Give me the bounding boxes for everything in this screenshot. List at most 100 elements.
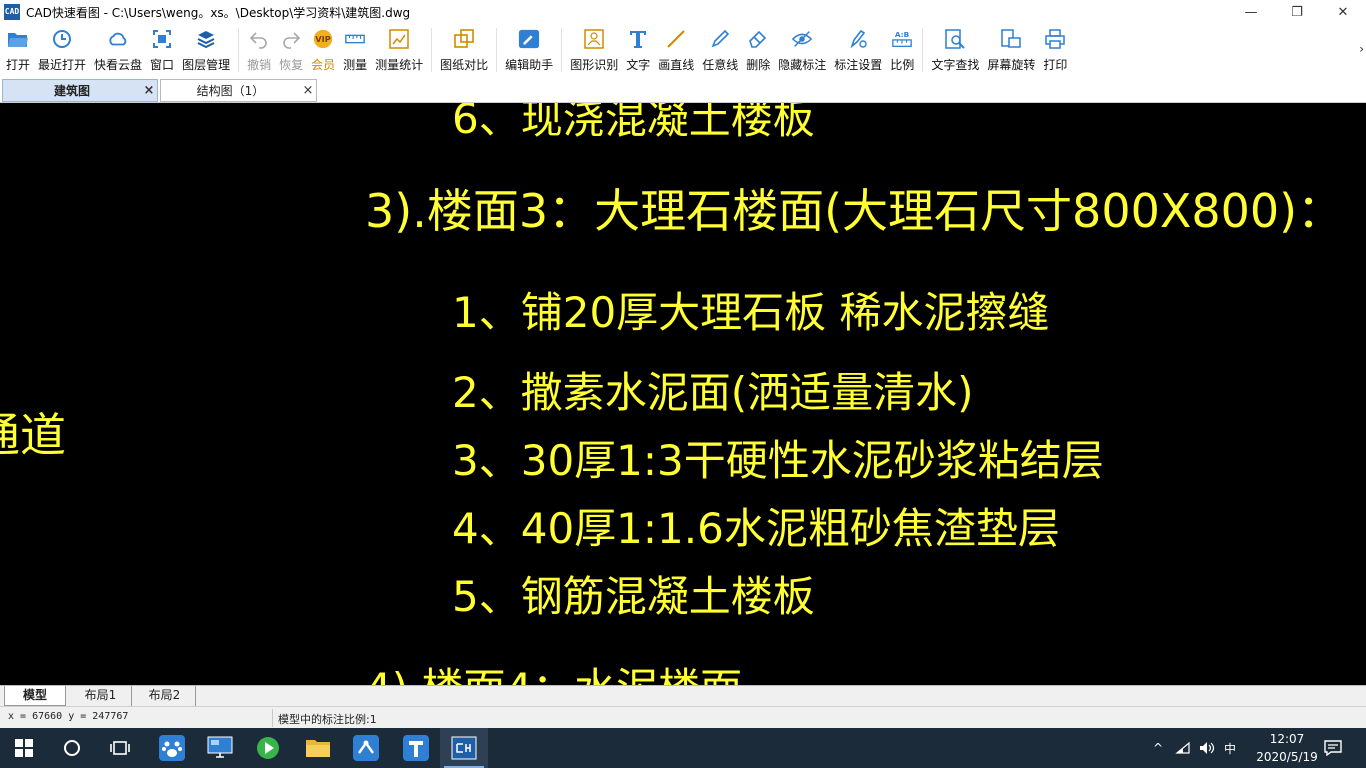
redo-button[interactable]: 恢复 <box>275 24 307 76</box>
cloud-drive-button[interactable]: 快看云盘 <box>90 24 146 76</box>
status-divider <box>272 709 273 727</box>
screen-rotate-icon <box>1000 28 1022 50</box>
cloud-icon <box>107 28 129 50</box>
text-t-icon <box>627 28 649 50</box>
straight-line-icon <box>665 28 687 50</box>
windows-taskbar: ^ 中 12:07 2020/5/19 <box>0 728 1366 768</box>
text-search-button[interactable]: 文字查找 <box>927 24 983 76</box>
cad-text-line: 4).楼面4：水泥楼面 <box>365 655 742 685</box>
scale-ratio-icon: A:B <box>891 28 913 50</box>
windows-start-icon[interactable] <box>0 728 48 768</box>
measure-statistics-button[interactable]: 测量统计 <box>371 24 427 76</box>
layout-tab-layout1[interactable]: 布局1 <box>70 686 132 706</box>
toolbar-divider <box>431 28 433 72</box>
draw-line-button[interactable]: 画直线 <box>654 24 698 76</box>
baidu-paw-icon[interactable] <box>148 728 196 768</box>
system-clock[interactable]: 12:07 2020/5/19 <box>1252 730 1322 766</box>
layer-management-button[interactable]: 图层管理 <box>178 24 234 76</box>
open-button[interactable]: 打开 <box>2 24 34 76</box>
cad-text-line: 2、撒素水泥面(洒适量清水) <box>452 368 974 417</box>
volume-icon[interactable] <box>1196 728 1218 768</box>
notification-icon[interactable] <box>1316 728 1350 768</box>
video-player-icon[interactable] <box>244 728 292 768</box>
cad-app-icon: CAD <box>4 4 20 20</box>
vip-badge-icon: VIP <box>312 28 334 50</box>
edit-assistant-button[interactable]: 编辑助手 <box>501 24 557 76</box>
hide-eye-icon <box>791 28 813 50</box>
edit-assistant-icon <box>518 28 540 50</box>
cad-text-line: 6、现浇混凝土楼板 <box>452 103 815 143</box>
ruler-icon <box>344 28 366 50</box>
drawing-compare-button[interactable]: 图纸对比 <box>436 24 492 76</box>
file-explorer-icon[interactable] <box>294 728 342 768</box>
toolbar-divider <box>922 28 924 72</box>
freehand-pen-icon <box>709 28 731 50</box>
layout-tabs: 模型 布局1 布局2 <box>0 685 1366 706</box>
task-view-icon[interactable] <box>96 728 144 768</box>
freehand-line-button[interactable]: 任意线 <box>698 24 742 76</box>
tab-close-icon[interactable]: × <box>141 83 157 98</box>
cursor-coordinates: x = 67660 y = 247767 <box>8 711 129 722</box>
vip-member-button[interactable]: VIP 会员 <box>307 24 339 76</box>
monitor-app-icon[interactable] <box>196 728 244 768</box>
undo-icon <box>248 28 270 50</box>
tray-overflow-chevron-icon[interactable]: ^ <box>1148 728 1168 768</box>
screen-rotate-button[interactable]: 屏幕旋转 <box>983 24 1039 76</box>
scale-button[interactable]: A:B 比例 <box>886 24 918 76</box>
redo-icon <box>280 28 302 50</box>
annotation-scale-status: 模型中的标注比例:1 <box>278 713 377 726</box>
cad-text-line: 通道 <box>0 408 66 462</box>
undo-button[interactable]: 撤销 <box>243 24 275 76</box>
main-toolbar: 打开 最近打开 快看云盘 窗口 图层管理 撤销 恢复 VIP 会员 测量 测量统… <box>0 24 1366 76</box>
cad-text-line: 3、30厚1:3干硬性水泥砂浆粘结层 <box>452 436 1104 485</box>
status-bar: x = 67660 y = 247767 模型中的标注比例:1 <box>0 706 1366 728</box>
compare-drawings-icon <box>453 28 475 50</box>
text-search-icon <box>944 28 966 50</box>
printer-icon <box>1044 28 1066 50</box>
t-app-icon[interactable] <box>392 728 440 768</box>
drawing-canvas[interactable]: 6、现浇混凝土楼板 3).楼面3：大理石楼面(大理石尺寸800X800)： 1、… <box>0 103 1366 685</box>
restore-button[interactable]: ❐ <box>1274 0 1320 24</box>
tab-architecture-drawing[interactable]: 建筑图 × <box>2 79 158 102</box>
measure-button[interactable]: 测量 <box>339 24 371 76</box>
cad-viewer-icon[interactable] <box>440 728 488 768</box>
delete-button[interactable]: 删除 <box>742 24 774 76</box>
ime-indicator[interactable]: 中 <box>1218 728 1242 768</box>
print-button[interactable]: 打印 <box>1039 24 1071 76</box>
recent-open-button[interactable]: 最近打开 <box>34 24 90 76</box>
text-tool-button[interactable]: 文字 <box>622 24 654 76</box>
title-bar: CAD CAD快速看图 - C:\Users\weng。xs。\Desktop\… <box>0 0 1366 24</box>
tab-structure-drawing[interactable]: 结构图（1） × <box>160 79 317 102</box>
close-button[interactable]: ✕ <box>1320 0 1366 24</box>
minimize-button[interactable]: — <box>1228 0 1274 24</box>
window-frame-icon <box>151 28 173 50</box>
annotation-settings-button[interactable]: 标注设置 <box>830 24 886 76</box>
shape-recognition-icon <box>583 28 605 50</box>
cad-text-line: 3).楼面3：大理石楼面(大理石尺寸800X800)： <box>365 184 1344 238</box>
toolbar-divider <box>238 28 240 72</box>
network-app-icon[interactable] <box>342 728 390 768</box>
clock-time: 12:07 <box>1269 732 1305 746</box>
eraser-icon <box>747 28 769 50</box>
hide-annotation-button[interactable]: 隐藏标注 <box>774 24 830 76</box>
layout-tab-layout2[interactable]: 布局2 <box>134 686 196 706</box>
folder-open-icon <box>7 28 29 50</box>
cad-text-line: 4、40厚1:1.6水泥粗砂焦渣垫层 <box>452 504 1060 553</box>
window-controls: — ❐ ✕ <box>1228 0 1366 24</box>
cad-text-line: 1、铺20厚大理石板 稀水泥擦缝 <box>452 288 1050 337</box>
toolbar-overflow-chevron-icon[interactable]: › <box>1359 42 1364 56</box>
wifi-icon[interactable] <box>1172 728 1194 768</box>
shape-recognition-button[interactable]: 图形识别 <box>566 24 622 76</box>
clock-date: 2020/5/19 <box>1256 750 1318 764</box>
tab-close-icon[interactable]: × <box>300 83 316 98</box>
layout-tab-model[interactable]: 模型 <box>4 686 66 706</box>
cortana-circle-icon[interactable] <box>48 728 96 768</box>
layers-icon <box>195 28 217 50</box>
svg-text:A:B: A:B <box>895 30 910 39</box>
document-tabs: 建筑图 × 结构图（1） × <box>0 78 1366 103</box>
recent-clock-icon <box>51 28 73 50</box>
svg-text:VIP: VIP <box>315 34 331 44</box>
window-button[interactable]: 窗口 <box>146 24 178 76</box>
window-title: CAD快速看图 - C:\Users\weng。xs。\Desktop\学习资料… <box>26 5 411 20</box>
measure-stats-icon <box>388 28 410 50</box>
